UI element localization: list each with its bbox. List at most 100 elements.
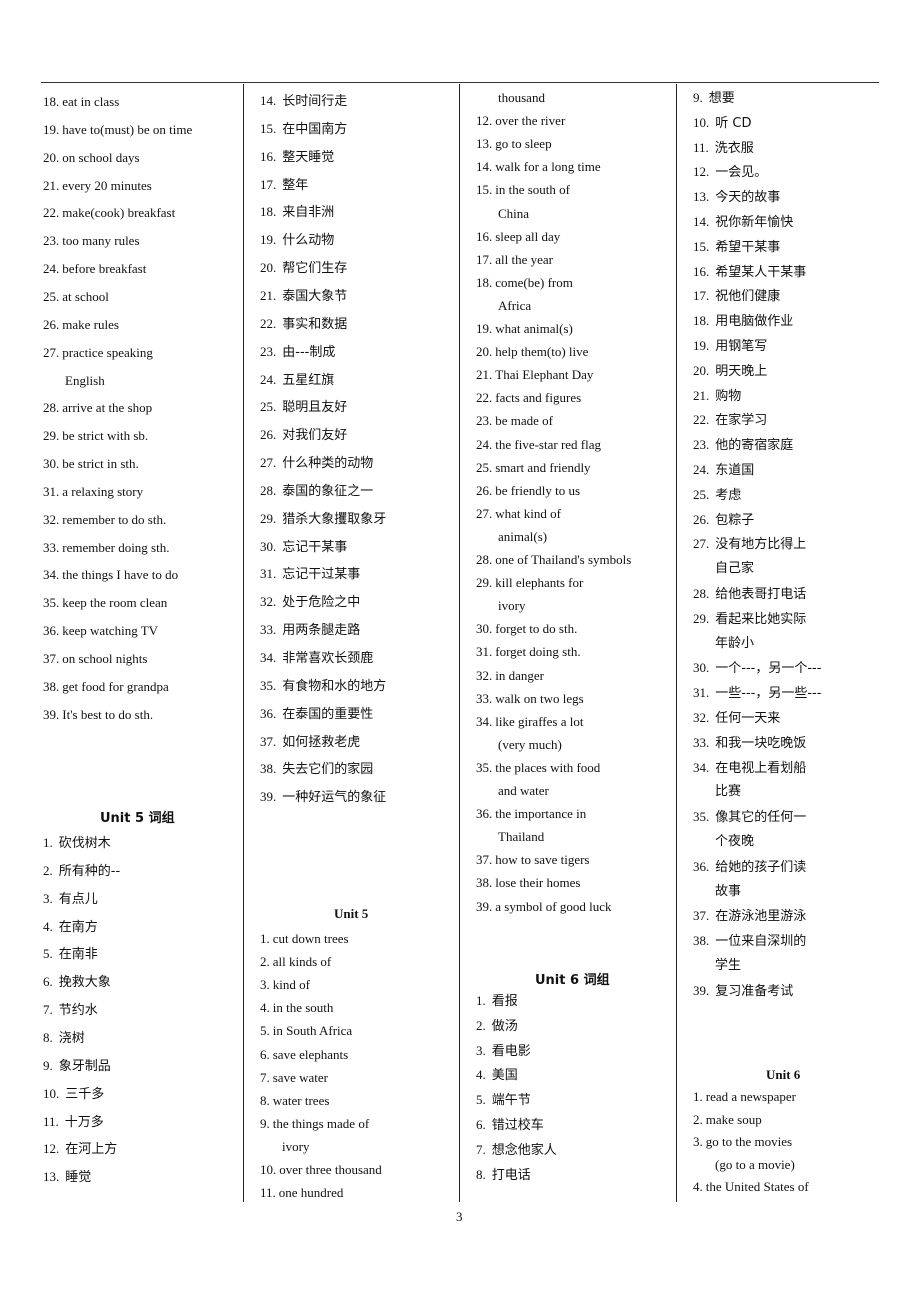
item-text: like giraffes a lot — [495, 713, 584, 729]
list-item: 10. over three thousand — [260, 1162, 382, 1178]
item-number: 22. — [260, 315, 277, 331]
item-number: 5. — [476, 1092, 486, 1108]
list-item: 32. remember to do sth. — [43, 512, 166, 528]
list-item: 37. how to save tigers — [476, 852, 589, 868]
item-text: 忘记干某事 — [282, 539, 348, 555]
item-number: 20. — [476, 344, 493, 360]
item-text: the things I have to do — [62, 567, 179, 583]
item-number: 3. — [260, 977, 270, 993]
list-item: 27. practice speaking — [43, 345, 153, 361]
item-number: 31. — [260, 566, 277, 582]
item-text: 聪明且友好 — [282, 400, 348, 416]
item-number: 7. — [43, 1002, 53, 1018]
item-number: 8. — [260, 1092, 270, 1108]
item-text: have to(must) be on time — [62, 121, 193, 137]
item-number: 30. — [43, 456, 60, 472]
item-text: too many rules — [62, 233, 140, 249]
list-item: 1. read a newspaper — [693, 1089, 796, 1105]
item-text: 在河上方 — [65, 1142, 118, 1158]
item-text: facts and figures — [495, 390, 582, 406]
list-item: 33. 和我一块吃晚饭 — [693, 735, 806, 752]
item-number: 37. — [260, 733, 277, 749]
item-text: keep watching TV — [62, 623, 159, 639]
list-item-continuation: thousand — [498, 90, 545, 105]
list-item: 31. a relaxing story — [43, 484, 143, 500]
item-number: 15. — [476, 182, 493, 198]
item-number: 30. — [260, 538, 277, 554]
list-item: 39. a symbol of good luck — [476, 899, 612, 915]
list-item: 22. 在家学习 — [693, 412, 767, 429]
list-item-continuation: Africa — [498, 297, 532, 313]
list-item: 11. one hundred — [260, 1185, 343, 1201]
item-number: 16. — [693, 263, 710, 279]
item-text: in the south — [272, 1000, 334, 1016]
list-item-continuation: (go to a movie) — [715, 1156, 795, 1172]
item-number: 21. — [476, 367, 493, 383]
item-text: the things made of — [272, 1115, 370, 1131]
list-item: 5. in South Africa — [260, 1023, 352, 1039]
item-text: 有食物和水的地方 — [282, 678, 387, 694]
item-text: 祝他们健康 — [715, 289, 781, 305]
item-text: 祝你新年愉快 — [715, 215, 794, 230]
item-number: 17. — [693, 288, 710, 304]
item-text: keep the room clean — [62, 595, 168, 611]
item-number: 17. — [476, 251, 493, 267]
item-number: 12. — [693, 164, 710, 180]
item-text: one of Thailand's symbols — [495, 552, 632, 567]
list-item: 33. walk on two legs — [476, 691, 584, 707]
list-item: 34. the things I have to do — [43, 567, 178, 583]
item-text: lose their homes — [495, 875, 581, 891]
list-item-continuation: animal(s) — [498, 528, 548, 544]
item-number: 36. — [260, 705, 277, 721]
list-item: 30. 一个---，另一个--- — [693, 660, 821, 677]
item-number: 1. — [476, 993, 486, 1008]
item-text: over three thousand — [279, 1162, 382, 1177]
list-item: 4. 在南方 — [43, 919, 98, 936]
item-number: 24. — [476, 436, 493, 452]
item-number: 27. — [43, 344, 60, 360]
list-item: 25. at school — [43, 289, 109, 305]
item-text: 购物 — [715, 388, 742, 404]
list-item-continuation: and water — [498, 783, 549, 798]
list-item-continuation: 年龄小 — [715, 635, 755, 651]
item-text: 失去它们的家园 — [282, 762, 374, 778]
list-item: 26. 对我们友好 — [260, 427, 347, 444]
item-text: kind of — [272, 977, 310, 993]
item-text: what kind of — [495, 505, 561, 521]
item-number: 39. — [693, 982, 710, 998]
list-item: 17. 祝他们健康 — [693, 288, 780, 305]
list-item: 7. 想念他家人 — [476, 1142, 557, 1159]
list-item: 28. arrive at the shop — [43, 400, 152, 416]
item-number: 4. — [260, 1000, 270, 1016]
item-number: 10. — [693, 114, 710, 130]
item-number: 1. — [43, 835, 53, 850]
item-number: 9. — [693, 90, 703, 105]
item-text: 他的寄宿家庭 — [715, 438, 794, 454]
list-item: 38. 一位来自深圳的 — [693, 933, 806, 950]
list-item: 29. be strict with sb. — [43, 428, 148, 444]
list-item: 12. over the river — [476, 113, 565, 129]
item-text: at school — [62, 288, 109, 304]
list-item: 13. 睡觉 — [43, 1169, 91, 1186]
item-number: 10. — [43, 1085, 60, 1101]
list-item: 20. on school days — [43, 150, 140, 166]
item-number: 36. — [693, 858, 710, 874]
item-number: 13. — [693, 189, 710, 205]
item-text: 来自非洲 — [282, 205, 335, 221]
item-text: 考虑 — [715, 487, 742, 503]
item-text: the importance in — [495, 806, 587, 822]
list-item: 16. 希望某人干某事 — [693, 264, 806, 281]
list-item: 1. 砍伐树木 — [43, 835, 111, 852]
list-item-continuation: ivory — [498, 598, 526, 614]
page-number: 3 — [456, 1209, 463, 1224]
item-text: come(be) from — [495, 274, 573, 290]
item-number: 20. — [693, 362, 710, 378]
item-text: in South Africa — [272, 1023, 353, 1039]
item-number: 14. — [693, 214, 710, 229]
list-item: 14. walk for a long time — [476, 159, 601, 175]
item-number: 27. — [260, 455, 277, 471]
item-text: a relaxing story — [62, 483, 144, 499]
item-number: 35. — [476, 759, 493, 775]
item-text: be strict in sth. — [62, 456, 139, 472]
item-text: 像其它的任何一 — [715, 810, 807, 826]
